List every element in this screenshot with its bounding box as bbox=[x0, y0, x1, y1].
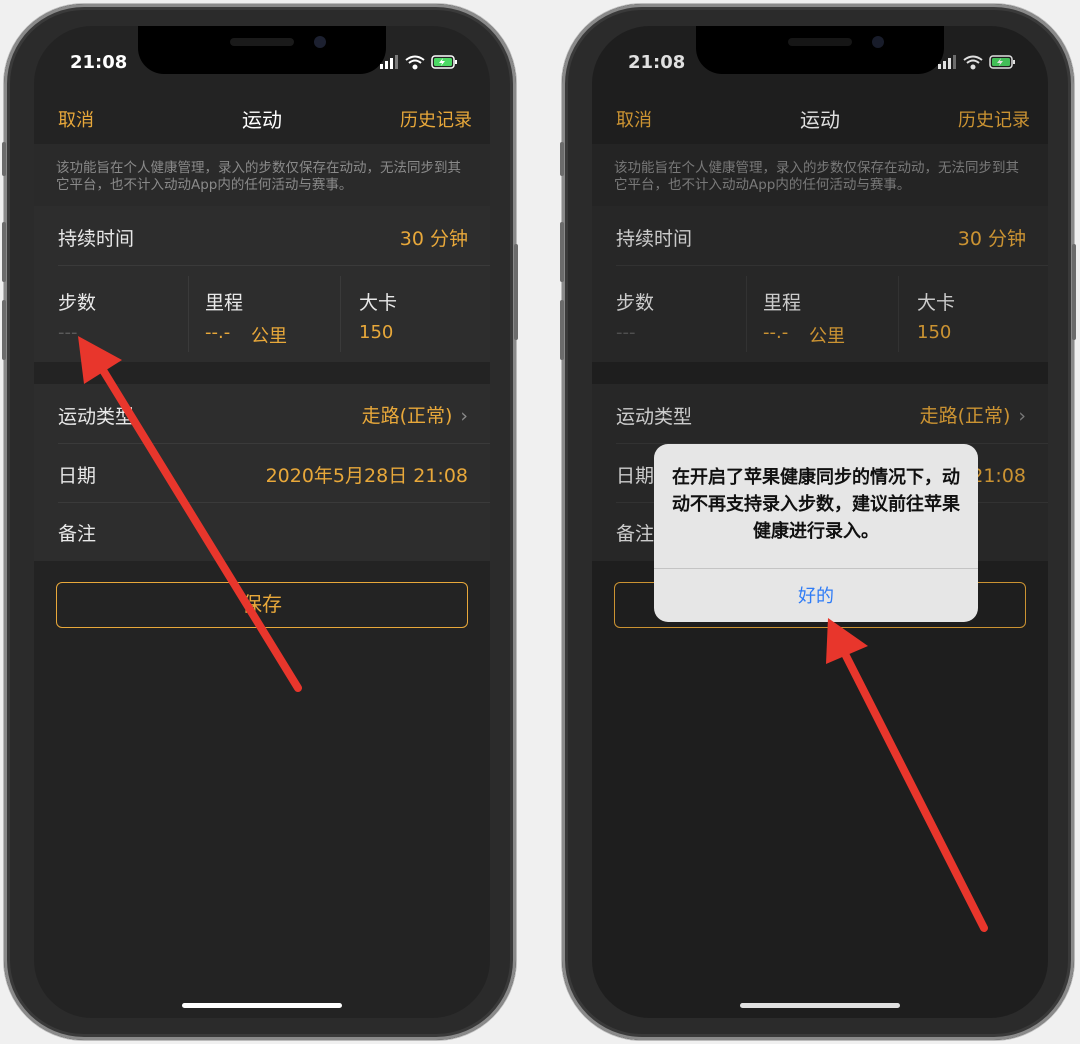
red-arrow-icon bbox=[826, 618, 988, 932]
annotation-arrows bbox=[78, 336, 988, 932]
red-arrow-icon bbox=[78, 336, 302, 692]
